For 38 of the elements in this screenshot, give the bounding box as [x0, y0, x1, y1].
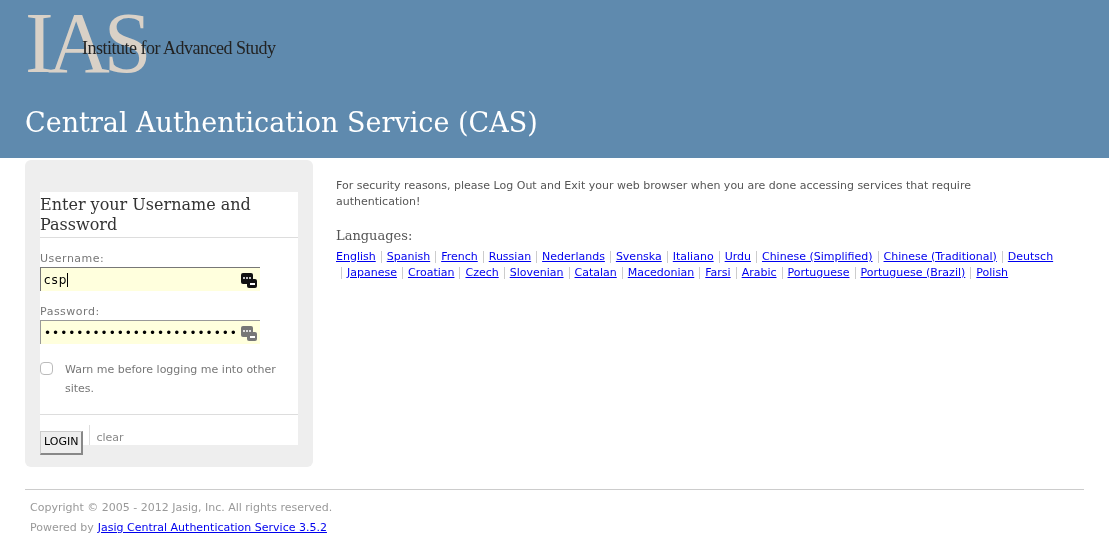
field-label: Password: — [40, 305, 100, 319]
security-notice: For security reasons, please Log Out and Exit your web browser when you are done accessing services that require authentication! — [336, 178, 972, 210]
language-link[interactable]: Arabic — [741, 264, 777, 281]
language-link[interactable]: French — [441, 248, 478, 265]
language-link[interactable]: Russian — [488, 248, 532, 265]
language-link[interactable]: Slovenian — [509, 264, 564, 281]
language-link[interactable]: Croatian — [407, 264, 455, 281]
powered-by-text: Powered by — [30, 520, 94, 536]
language-link[interactable]: Portuguese — [787, 264, 850, 281]
language-link[interactable]: Macedonian — [627, 264, 695, 281]
language-link[interactable]: English — [336, 248, 376, 265]
language-link[interactable]: Farsi — [705, 264, 731, 281]
language-link[interactable]: Portuguese (Brazil) — [860, 264, 966, 281]
cas-link[interactable]: Jasig Central Authentication Service 3.5.2 — [97, 518, 327, 538]
copyright-text: Copyright © 2005 - 2012 Jasig, Inc. All rights reserved. — [30, 500, 333, 516]
warn-checkbox[interactable] — [40, 362, 53, 375]
login-heading: Enter your Username and Password — [40, 192, 298, 238]
language-link[interactable]: Catalan — [574, 264, 617, 281]
field-label: Username: — [40, 252, 105, 266]
language-link[interactable]: Czech — [465, 264, 499, 281]
language-link[interactable]: Deutsch — [1007, 248, 1054, 265]
language-link[interactable]: Japanese — [347, 264, 397, 281]
language-link[interactable]: Nederlands — [542, 248, 605, 265]
language-link[interactable]: Urdu — [724, 248, 751, 265]
warn-label: Warn me before logging me into other sites. — [64, 362, 277, 397]
login-button[interactable]: LOGIN — [40, 431, 84, 455]
text-field[interactable]: •••••••••••••••••••••••• — [40, 320, 260, 344]
language-link[interactable]: Polish — [976, 264, 1009, 281]
languages-heading: Languages: — [336, 227, 413, 245]
clear-button[interactable]: clear — [96, 431, 124, 445]
language-link[interactable]: Chinese (Traditional) — [883, 248, 997, 265]
language-link[interactable]: Spanish — [386, 248, 431, 265]
language-link[interactable]: Chinese (Simplified) — [761, 248, 873, 265]
password-manager-icon[interactable] — [241, 271, 257, 288]
language-link[interactable]: Italiano — [672, 248, 714, 265]
language-link[interactable]: Svenska — [615, 248, 662, 265]
text-field[interactable]: csp — [40, 267, 260, 291]
page-title: Central Authentication Service (CAS) — [25, 106, 538, 140]
